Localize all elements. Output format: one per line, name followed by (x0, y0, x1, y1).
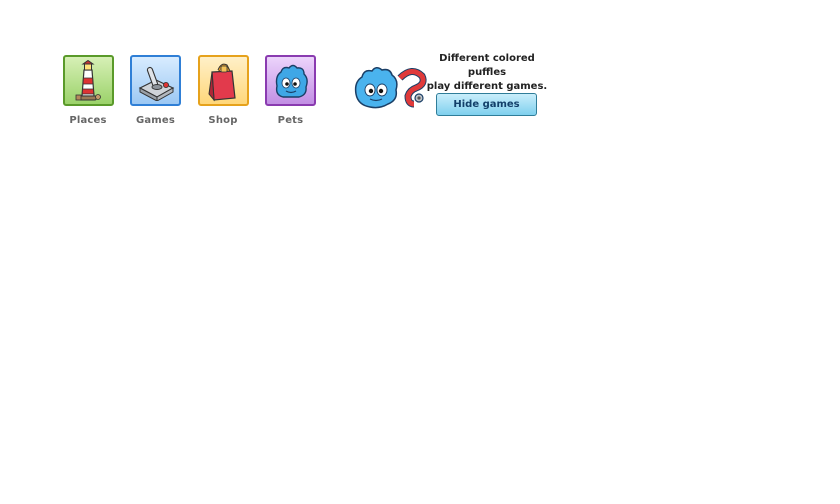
nav-pets[interactable]: Pets (265, 55, 317, 126)
hide-games-button[interactable]: Hide games (436, 93, 537, 116)
nav-label-shop: Shop (208, 115, 238, 126)
pets-tile[interactable] (265, 55, 316, 106)
joystick-icon (138, 66, 174, 101)
lighthouse-icon (75, 59, 101, 100)
puffle-tip: Different colored puffles play different… (352, 52, 552, 122)
nav-label-games: Games (135, 115, 176, 126)
places-tile[interactable] (62, 55, 114, 106)
tip-line-1: Different colored puffles (439, 53, 535, 78)
shopping-bag-icon (208, 63, 236, 102)
blue-puffle-with-magnet-icon (354, 67, 427, 109)
nav-label-places: Places (69, 115, 107, 126)
tip-line-2: play different games. (426, 81, 548, 92)
nav-places[interactable]: Places (62, 55, 114, 126)
puffle-icon (275, 64, 308, 98)
shop-tile[interactable] (197, 55, 249, 106)
main-nav: Places Games Shop Pets (62, 55, 317, 126)
nav-shop[interactable]: Shop (197, 55, 249, 126)
nav-label-pets: Pets (277, 115, 304, 126)
games-tile[interactable] (130, 55, 181, 106)
nav-games[interactable]: Games (130, 55, 182, 126)
